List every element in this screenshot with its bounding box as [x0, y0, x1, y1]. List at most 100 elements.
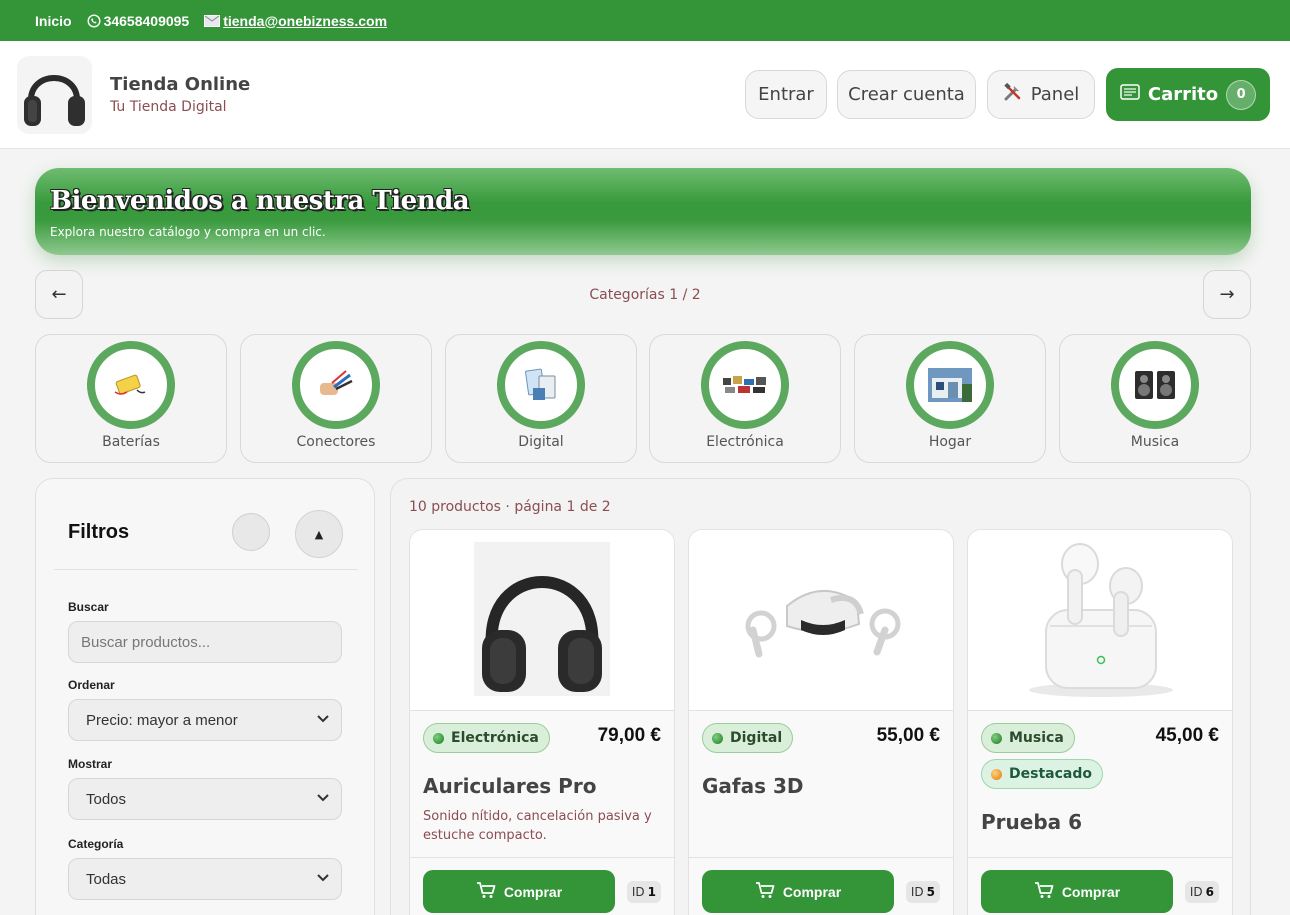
store-logo[interactable] — [17, 56, 92, 134]
orange-dot-icon — [991, 768, 1002, 780]
shopping-cart-icon — [1034, 881, 1054, 902]
arrow-left-icon: ← — [51, 284, 67, 305]
product-card[interactable]: Electrónica 79,00 € Auriculares Pro Soni… — [409, 529, 675, 915]
category-name: Hogar — [928, 434, 972, 450]
hero-banner: Bienvenidos a nuestra Tienda Explora nue… — [35, 168, 1251, 255]
category-image-ring — [1111, 341, 1199, 429]
product-card[interactable]: Musica Destacado 45,00 € Prueba 6 Compra… — [967, 529, 1233, 915]
electronics-icon — [723, 376, 766, 393]
category-card-musica[interactable]: Musica — [1059, 334, 1251, 463]
sort-value: Precio: mayor a menor — [86, 711, 238, 729]
id-label: ID — [631, 885, 645, 899]
category-badge-label: Electrónica — [451, 730, 539, 746]
top-bar: Inicio 34658409095 tienda@onebizness.com — [0, 0, 1290, 41]
product-card[interactable]: Digital 55,00 € Gafas 3D Comprar ID 5 — [688, 529, 954, 915]
show-value: Todos — [86, 790, 127, 808]
category-image-ring — [292, 341, 380, 429]
id-label: ID — [910, 885, 924, 899]
phone-link[interactable]: 34658409095 — [87, 12, 190, 29]
category-name: Baterías — [102, 434, 160, 450]
panel-label: Panel — [1030, 84, 1080, 105]
category-badge: Electrónica — [423, 723, 550, 753]
email-link[interactable]: tienda@onebizness.com — [204, 13, 387, 29]
category-select[interactable]: Todas — [68, 858, 342, 900]
filters-reset-button[interactable] — [232, 513, 270, 551]
green-dot-icon — [433, 732, 444, 744]
email-address: tienda@onebizness.com — [223, 12, 388, 29]
cart-count-badge: 0 — [1226, 79, 1257, 110]
arrow-right-icon: → — [1219, 284, 1235, 305]
cart-label: Carrito — [1147, 84, 1219, 105]
id-value: 1 — [647, 885, 656, 899]
featured-badge: Destacado — [981, 759, 1103, 789]
buy-button[interactable]: Comprar — [981, 870, 1173, 913]
search-input[interactable]: Buscar productos... — [68, 621, 342, 663]
category-image-ring — [701, 341, 789, 429]
home-link[interactable]: Inicio — [35, 13, 72, 29]
chevron-down-icon — [317, 873, 329, 885]
search-label: Buscar — [68, 600, 109, 614]
product-id-badge: ID 5 — [905, 881, 940, 903]
connector-icon — [320, 370, 353, 395]
product-id-badge: ID 6 — [1184, 881, 1219, 903]
category-name: Conectores — [296, 434, 376, 450]
hero-title: Bienvenidos a nuestra Tienda — [50, 186, 470, 216]
home-icon — [928, 368, 972, 402]
buy-button[interactable]: Comprar — [702, 870, 894, 913]
category-card-baterias[interactable]: Baterías — [35, 334, 227, 463]
filters-collapse-button[interactable]: ▲ — [295, 510, 343, 558]
triangle-up-icon: ▲ — [314, 527, 324, 541]
product-image[interactable] — [410, 530, 674, 711]
product-price: 79,00 € — [597, 725, 661, 746]
vr-headset-image-icon — [745, 590, 901, 658]
divider — [410, 857, 674, 858]
phone-number: 34658409095 — [103, 12, 190, 29]
category-card-electronica[interactable]: Electrónica — [649, 334, 841, 463]
login-label: Entrar — [758, 84, 814, 105]
category-name: Digital — [518, 434, 564, 450]
category-badge-label: Digital — [730, 730, 783, 746]
register-button[interactable]: Crear cuenta — [837, 70, 976, 119]
category-badge: Musica — [981, 723, 1075, 753]
buy-label: Comprar — [1061, 883, 1121, 900]
login-button[interactable]: Entrar — [745, 70, 827, 119]
headphones-image-icon — [474, 542, 610, 696]
headphones-logo-icon — [24, 75, 85, 126]
id-value: 6 — [1205, 885, 1214, 899]
category-image-ring — [497, 341, 585, 429]
category-card-hogar[interactable]: Hogar — [854, 334, 1046, 463]
product-image[interactable] — [689, 530, 953, 711]
register-label: Crear cuenta — [848, 84, 965, 105]
whatsapp-icon — [87, 13, 101, 29]
panel-button[interactable]: Panel — [987, 70, 1095, 119]
product-name[interactable]: Gafas 3D — [702, 774, 804, 798]
buy-button[interactable]: Comprar — [423, 870, 615, 913]
tools-icon — [1003, 82, 1023, 107]
brand-title: Tienda Online — [110, 74, 251, 95]
divider — [689, 857, 953, 858]
products-count: 10 productos · página 1 de 2 — [409, 499, 611, 515]
filters-title: Filtros — [68, 521, 130, 543]
category-image-ring — [87, 341, 175, 429]
cart-button[interactable]: Carrito 0 — [1106, 68, 1270, 121]
sort-select[interactable]: Precio: mayor a menor — [68, 699, 342, 741]
featured-badge-label: Destacado — [1009, 766, 1092, 782]
chevron-down-icon — [317, 793, 329, 805]
buy-label: Comprar — [503, 883, 563, 900]
product-id-badge: ID 1 — [626, 881, 661, 903]
product-name[interactable]: Prueba 6 — [981, 810, 1082, 834]
category-badge-label: Musica — [1009, 730, 1064, 746]
brand-subtitle: Tu Tienda Digital — [110, 99, 227, 115]
product-name[interactable]: Auriculares Pro — [423, 774, 596, 798]
show-select[interactable]: Todos — [68, 778, 342, 820]
search-placeholder: Buscar productos... — [81, 633, 211, 651]
category-name: Electrónica — [706, 434, 784, 450]
category-value: Todas — [86, 870, 127, 888]
category-card-conectores[interactable]: Conectores — [240, 334, 432, 463]
shopping-cart-icon — [755, 881, 775, 902]
categories-prev-button[interactable]: ← — [35, 270, 83, 319]
category-card-digital[interactable]: Digital — [445, 334, 637, 463]
product-image[interactable] — [968, 530, 1232, 711]
categories-next-button[interactable]: → — [1203, 270, 1251, 319]
green-dot-icon — [991, 732, 1002, 744]
